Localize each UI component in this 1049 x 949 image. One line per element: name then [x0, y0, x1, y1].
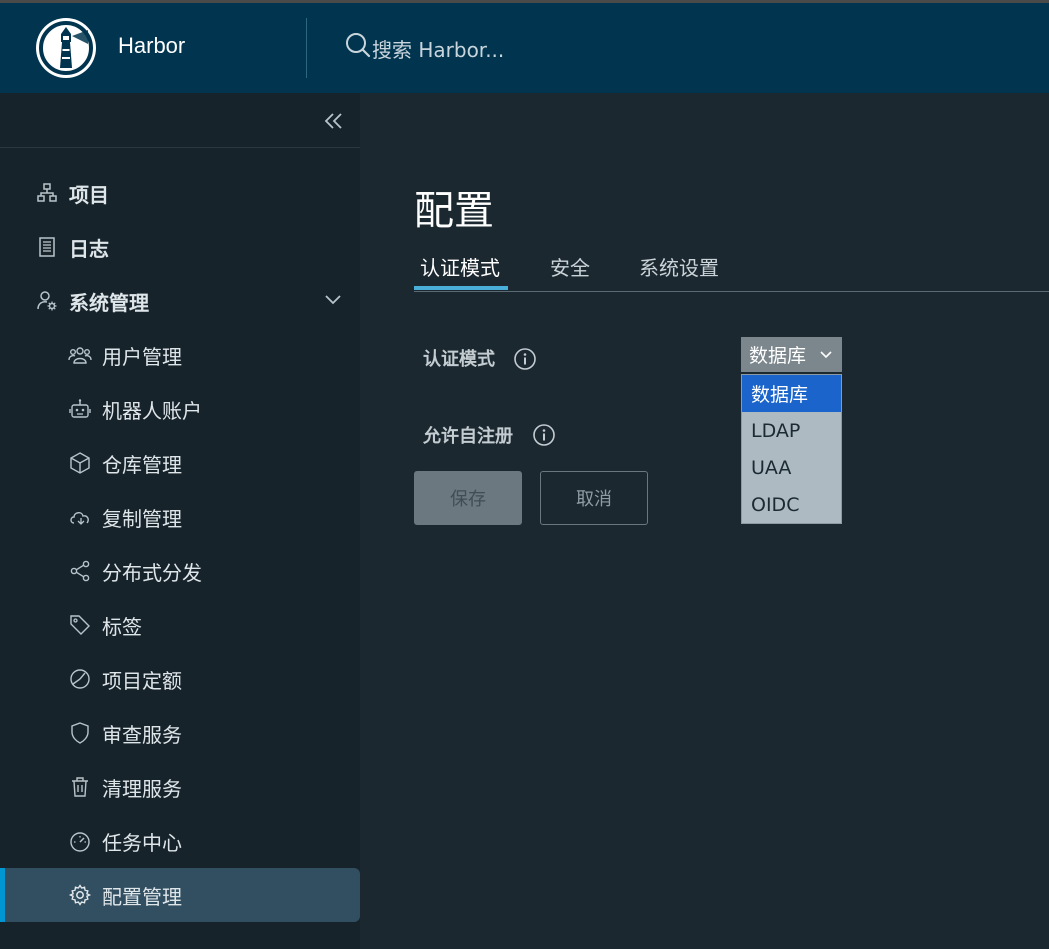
- sidebar-item-robot-accounts[interactable]: 机器人账户: [0, 387, 360, 431]
- sidebar-item-configuration[interactable]: 配置管理: [0, 868, 360, 922]
- cancel-button[interactable]: 取消: [540, 471, 648, 525]
- tab-label: 安全: [550, 256, 590, 280]
- config-tabs: 认证模式 安全 系统设置: [414, 246, 1049, 292]
- robot-icon: [68, 397, 92, 421]
- sidebar-item-label: 任务中心: [102, 830, 182, 855]
- sidebar-item-logs[interactable]: 日志: [0, 225, 360, 269]
- users-icon: [68, 343, 92, 367]
- cancel-button-label: 取消: [576, 489, 612, 510]
- active-indicator: [0, 868, 5, 922]
- tab-system-settings[interactable]: 系统设置: [639, 252, 719, 292]
- sidebar-item-label: 用户管理: [102, 344, 182, 369]
- search-icon[interactable]: [344, 33, 372, 63]
- sidebar-item-label: 仓库管理: [102, 452, 182, 477]
- save-button[interactable]: 保存: [414, 471, 522, 525]
- self-registration-label: 允许自注册: [423, 426, 513, 447]
- sidebar-item-clean-up[interactable]: 清理服务: [0, 765, 360, 809]
- tab-label: 系统设置: [639, 256, 719, 280]
- sidebar-item-project-quotas[interactable]: 项目定额: [0, 657, 360, 701]
- sidebar-item-projects[interactable]: 项目: [0, 171, 360, 215]
- sidebar: 项目 日志 系统管理 用户管理 机器人账户 仓库管理 复制管理 分布式分发 标签…: [0, 93, 360, 949]
- sidebar-item-labels[interactable]: 标签: [0, 603, 360, 647]
- pie-chart-icon: [68, 667, 92, 691]
- header-divider: [306, 18, 307, 78]
- auth-mode-select[interactable]: 数据库: [741, 337, 842, 372]
- sidebar-item-label: 项目定额: [102, 668, 182, 693]
- tag-icon: [68, 613, 92, 637]
- shield-icon: [68, 721, 92, 745]
- trash-icon: [68, 775, 92, 799]
- admin-user-gear-icon: [35, 289, 59, 313]
- auth-mode-label: 认证模式: [423, 349, 495, 370]
- harbor-logo[interactable]: [36, 18, 96, 78]
- sidebar-item-label: 日志: [69, 236, 109, 261]
- cube-icon: [68, 451, 92, 475]
- dropdown-option-database[interactable]: 数据库: [742, 375, 841, 412]
- sidebar-item-system-admin[interactable]: 系统管理: [0, 279, 360, 323]
- search-input[interactable]: [372, 38, 672, 62]
- sidebar-item-label: 复制管理: [102, 506, 182, 531]
- active-tab-underline: [414, 286, 508, 290]
- lighthouse-icon: [39, 21, 93, 75]
- sidebar-item-replications[interactable]: 复制管理: [0, 495, 360, 539]
- cloud-sync-icon: [68, 505, 92, 529]
- dropdown-option-uaa[interactable]: UAA: [742, 449, 841, 486]
- sidebar-item-label: 系统管理: [69, 290, 149, 315]
- tab-label: 认证模式: [420, 256, 500, 280]
- info-icon[interactable]: [532, 423, 556, 447]
- info-icon[interactable]: [513, 347, 537, 371]
- gear-icon: [68, 883, 92, 907]
- sidebar-item-user-management[interactable]: 用户管理: [0, 333, 360, 377]
- sidebar-item-job-service[interactable]: 任务中心: [0, 819, 360, 863]
- sidebar-item-label: 审查服务: [102, 722, 182, 747]
- chevron-down-icon: [820, 351, 832, 359]
- double-chevron-left-icon: [324, 113, 342, 129]
- app-header: Harbor: [0, 3, 1049, 93]
- share-icon: [68, 559, 92, 583]
- sidebar-item-registries[interactable]: 仓库管理: [0, 441, 360, 485]
- global-search: [344, 33, 672, 65]
- tab-security[interactable]: 安全: [550, 252, 590, 292]
- sidebar-item-label: 机器人账户: [102, 398, 202, 423]
- sidebar-divider: [0, 147, 360, 148]
- dashboard-gauge-icon: [68, 829, 92, 853]
- logs-icon: [35, 235, 59, 259]
- projects-icon: [35, 181, 59, 205]
- chevron-down-icon[interactable]: [322, 289, 344, 311]
- auth-mode-select-value: 数据库: [749, 345, 807, 367]
- sidebar-item-interrogation-services[interactable]: 审查服务: [0, 711, 360, 755]
- sidebar-item-label: 标签: [102, 614, 142, 639]
- sidebar-item-distributions[interactable]: 分布式分发: [0, 549, 360, 593]
- collapse-sidebar-button[interactable]: [320, 109, 348, 133]
- dropdown-option-oidc[interactable]: OIDC: [742, 486, 841, 523]
- sidebar-item-label: 分布式分发: [102, 560, 202, 585]
- sidebar-item-label: 项目: [69, 182, 109, 207]
- page-title: 配置: [414, 188, 494, 234]
- auth-mode-dropdown: 数据库 LDAP UAA OIDC: [741, 374, 842, 524]
- sidebar-item-label: 配置管理: [102, 884, 182, 909]
- sidebar-item-label: 清理服务: [102, 776, 182, 801]
- app-name[interactable]: Harbor: [118, 33, 185, 59]
- save-button-label: 保存: [450, 489, 486, 510]
- dropdown-option-ldap[interactable]: LDAP: [742, 412, 841, 449]
